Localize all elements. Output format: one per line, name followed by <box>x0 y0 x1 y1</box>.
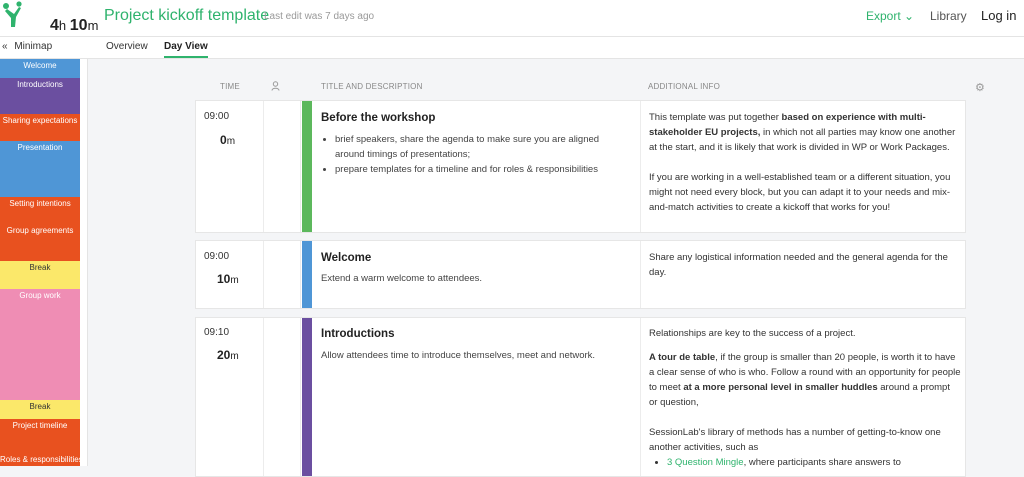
block-time-cell: 09:00 0m <box>196 101 264 232</box>
block-description: Allow attendees time to introduce themse… <box>321 350 596 361</box>
agenda-block[interactable]: 09:00 10m Welcome Extend a warm welcome … <box>195 240 966 309</box>
block-start-time: 09:00 <box>204 111 230 122</box>
block-time-cell: 09:00 10m <box>196 241 264 308</box>
block-title[interactable]: Introductions <box>321 328 394 340</box>
block-description: Extend a warm welcome to attendees. <box>321 273 483 284</box>
login-link[interactable]: Log in <box>981 8 1016 23</box>
block-description: brief speakers, share the agenda to make… <box>321 132 626 177</box>
minimap-block[interactable]: Setting intentions <box>0 197 80 224</box>
list-item: 3 Question Mingle, where participants sh… <box>667 455 961 470</box>
minimap-block[interactable]: Group agreements <box>0 224 80 261</box>
method-link[interactable]: 3 Question Mingle <box>667 457 744 468</box>
tab-overview[interactable]: Overview <box>106 41 148 52</box>
sessionlab-figure-icon[interactable] <box>0 0 28 30</box>
view-bar: « Minimap Overview Day View <box>0 37 1024 59</box>
agenda-block[interactable]: 09:10 20m Introductions Allow attendees … <box>195 317 966 477</box>
block-title[interactable]: Welcome <box>321 252 371 264</box>
minimap-toggle[interactable]: « Minimap <box>2 41 52 52</box>
block-duration: 0m <box>220 133 236 147</box>
minimap-block[interactable]: Break <box>0 400 80 419</box>
list-item: prepare templates for a timeline and for… <box>335 162 626 177</box>
top-header: 4h 10m Project kickoff template Last edi… <box>0 0 1024 37</box>
block-color-bar <box>302 101 312 232</box>
minimap-divider <box>80 59 88 466</box>
last-edit-text: Last edit was 7 days ago <box>264 11 375 22</box>
minimap-block[interactable]: Roles & responsibilities <box>0 455 80 466</box>
column-header-time: TIME <box>220 82 240 91</box>
block-facilitator-cell[interactable] <box>264 101 301 232</box>
minimap-block[interactable]: Group work <box>0 289 80 400</box>
session-duration: 4h 10m <box>50 17 99 34</box>
person-icon <box>271 81 280 91</box>
block-facilitator-cell[interactable] <box>264 241 301 308</box>
page-title[interactable]: Project kickoff template <box>104 7 269 25</box>
block-facilitator-cell[interactable] <box>264 318 301 476</box>
block-additional-info: Relationships are key to the success of … <box>640 318 967 476</box>
block-duration: 10m <box>217 272 239 286</box>
gear-icon[interactable]: ⚙ <box>975 81 985 94</box>
column-header-additional-info: ADDITIONAL INFO <box>648 82 721 91</box>
library-link[interactable]: Library <box>930 9 967 23</box>
tab-day-view[interactable]: Day View <box>164 41 208 58</box>
export-button[interactable]: Export ⌄ <box>866 9 914 23</box>
minimap-block[interactable]: Break <box>0 261 80 289</box>
block-color-bar <box>302 318 312 476</box>
block-duration: 20m <box>217 348 239 362</box>
agenda-block[interactable]: 09:00 0m Before the workshop brief speak… <box>195 100 966 233</box>
minimap-block[interactable]: Presentation <box>0 141 80 197</box>
column-header-title: TITLE AND DESCRIPTION <box>321 82 423 91</box>
minimap: Welcome Introductions Sharing expectatio… <box>0 59 80 466</box>
block-additional-info: Share any logistical information needed … <box>640 241 967 308</box>
minimap-block[interactable]: Welcome <box>0 59 80 78</box>
block-start-time: 09:10 <box>204 327 230 338</box>
block-start-time: 09:00 <box>204 251 230 262</box>
chevron-down-icon: ⌄ <box>904 9 915 23</box>
minimap-block[interactable]: Sharing expectations <box>0 114 80 141</box>
double-chevron-left-icon: « <box>2 41 8 52</box>
block-color-bar <box>302 241 312 308</box>
block-additional-info: This template was put together based on … <box>640 101 967 232</box>
list-item: brief speakers, share the agenda to make… <box>335 132 626 162</box>
block-title[interactable]: Before the workshop <box>321 112 435 124</box>
minimap-block[interactable]: Project timeline <box>0 419 80 455</box>
minimap-block[interactable]: Introductions <box>0 78 80 114</box>
block-time-cell: 09:10 20m <box>196 318 264 476</box>
